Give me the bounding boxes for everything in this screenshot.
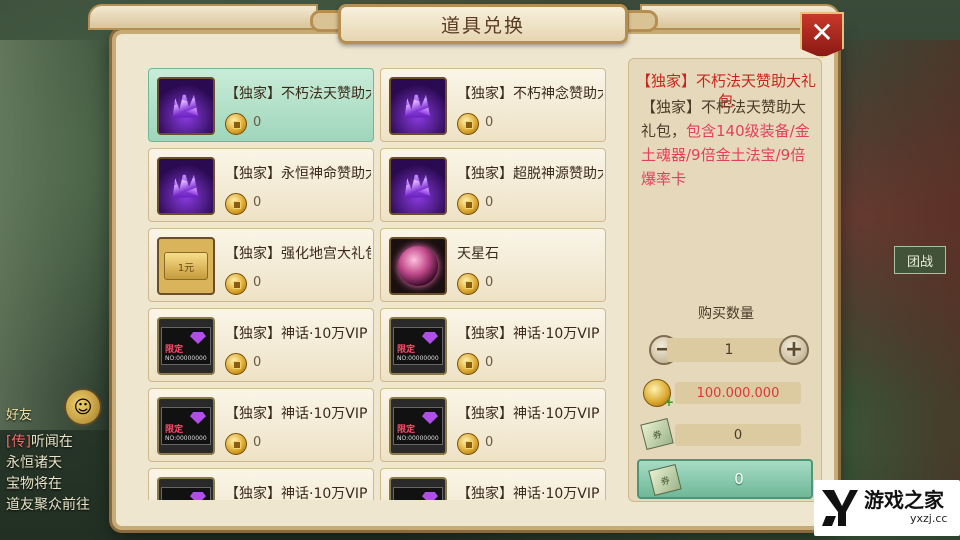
item-card[interactable]: 1元 【独家】强化地宫大礼包 0 <box>148 228 374 302</box>
chat-line: 道友聚众前往 <box>6 497 90 513</box>
item-price: 0 <box>253 355 262 370</box>
site-logo: 游戏之家 yxzj.cc <box>814 480 960 536</box>
vip-card-icon: 限定NO:00000000 <box>157 397 215 455</box>
item-price: 0 <box>485 275 494 290</box>
emoji-icon: ☺ <box>73 396 93 418</box>
coin-icon <box>457 113 479 135</box>
gold-card-icon: 1元 <box>157 237 215 295</box>
crystal-pack-icon <box>157 77 215 135</box>
title-bar-left-wing <box>88 4 318 30</box>
item-name: 【独家】不朽神念赞助大礼包 <box>457 86 603 102</box>
coin-icon <box>457 193 479 215</box>
item-card[interactable]: 【独家】不朽神念赞助大礼包 0 <box>380 68 606 142</box>
item-price: 0 <box>485 355 494 370</box>
item-name: 【独家】不朽法天赞助大礼包 <box>225 86 371 102</box>
item-card[interactable]: 限定NO:00000000 【独家】神话·10万VIP 0 <box>148 388 374 462</box>
item-name: 【独家】超脱神源赞助大礼包 <box>457 166 603 182</box>
item-card[interactable]: 限定NO:00000000 【独家】神话·10万VIP 0 <box>380 388 606 462</box>
chat-panel[interactable]: [传]听闻在 永恒诸天 宝物将在 道友聚众前往 <box>0 432 110 532</box>
gold-cost-row: + 100.000.000 <box>643 379 813 409</box>
close-icon: ✕ <box>810 15 834 49</box>
ticket-balance-row: 券 0 <box>640 417 813 451</box>
star-stone-icon <box>389 237 447 295</box>
crystal-pack-icon <box>389 157 447 215</box>
item-card[interactable]: 限定NO:00000000 【独家】神话·10万VIP 0 <box>380 308 606 382</box>
item-name: 【独家】神话·10万VIP <box>457 326 600 342</box>
buy-button[interactable]: 券 0 <box>637 459 813 499</box>
item-card[interactable]: 限定NO:00000000【独家】神话·10万VIP0 <box>380 468 606 500</box>
detail-description: 【独家】不朽法天赞助大礼包，包含140级装备/金土魂器/9倍金土法宝/9倍爆率卡 <box>641 95 817 191</box>
ticket-icon: 券 <box>648 463 682 497</box>
item-name: 【独家】神话·10万VIP <box>457 486 600 500</box>
item-card[interactable]: 限定NO:00000000【独家】神话·10万VIP0 <box>148 468 374 500</box>
chat-line: 宝物将在 <box>6 476 62 492</box>
gold-coin-icon[interactable]: + <box>643 379 674 409</box>
gold-cost-value: 100.000.000 <box>675 382 801 404</box>
dialog-title: 道具兑换 <box>338 4 628 44</box>
item-name: 【独家】强化地宫大礼包 <box>225 246 371 262</box>
item-price: 0 <box>485 435 494 450</box>
item-name: 【独家】神话·10万VIP <box>457 406 600 422</box>
crystal-pack-icon <box>157 157 215 215</box>
item-price: 0 <box>485 115 494 130</box>
item-name: 天星石 <box>457 246 499 262</box>
right-hud-badge[interactable]: 团战 <box>894 246 946 274</box>
increase-quantity-button[interactable]: + <box>779 335 809 365</box>
item-price: 0 <box>485 195 494 210</box>
item-name: 【独家】神话·10万VIP <box>225 486 368 500</box>
coin-icon <box>457 273 479 295</box>
item-price: 0 <box>253 195 262 210</box>
item-price: 0 <box>253 435 262 450</box>
coin-icon <box>225 193 247 215</box>
quantity-label: 购买数量 <box>698 306 754 322</box>
item-card[interactable]: 【独家】不朽法天赞助大礼包 0 <box>148 68 374 142</box>
item-card[interactable]: 天星石 0 <box>380 228 606 302</box>
coin-icon <box>225 113 247 135</box>
vip-card-icon: 限定NO:00000000 <box>389 397 447 455</box>
vip-card-icon: 限定NO:00000000 <box>389 317 447 375</box>
coin-icon <box>457 353 479 375</box>
vip-card-icon: 限定NO:00000000 <box>157 477 215 500</box>
chat-line: [传]听闻在 <box>6 434 73 450</box>
title-ornament-right <box>626 10 658 32</box>
logo-text: 游戏之家 <box>864 488 944 512</box>
friend-button[interactable]: ☺ <box>64 388 102 426</box>
item-name: 【独家】永恒神命赞助大礼包 <box>225 166 371 182</box>
plus-icon: + <box>784 337 804 362</box>
close-button[interactable]: ✕ <box>800 12 844 58</box>
item-card[interactable]: 限定NO:00000000 【独家】神话·10万VIP 0 <box>148 308 374 382</box>
item-card[interactable]: 【独家】永恒神命赞助大礼包 0 <box>148 148 374 222</box>
ticket-icon: 券 <box>640 417 674 451</box>
logo-mark-icon <box>822 490 858 526</box>
chat-line: 永恒诸天 <box>6 455 62 471</box>
item-list[interactable]: 【独家】不朽法天赞助大礼包0【独家】不朽神念赞助大礼包0【独家】永恒神命赞助大礼… <box>144 62 612 500</box>
quantity-input[interactable]: 1 <box>667 338 791 362</box>
coin-icon <box>225 433 247 455</box>
ticket-balance-value: 0 <box>675 424 801 446</box>
add-gold-icon: + <box>663 395 674 409</box>
coin-icon <box>225 273 247 295</box>
vip-card-icon: 限定NO:00000000 <box>157 317 215 375</box>
background-scene-left <box>0 40 115 430</box>
item-detail-panel: 【独家】不朽法天赞助大礼包 【独家】不朽法天赞助大礼包，包含140级装备/金土魂… <box>628 58 822 502</box>
item-name: 【独家】神话·10万VIP <box>225 406 368 422</box>
crystal-pack-icon <box>389 77 447 135</box>
item-card[interactable]: 【独家】超脱神源赞助大礼包 0 <box>380 148 606 222</box>
item-price: 0 <box>253 275 262 290</box>
coin-icon <box>457 433 479 455</box>
item-price: 0 <box>253 115 262 130</box>
friend-label: 好友 <box>6 408 33 423</box>
vip-card-icon: 限定NO:00000000 <box>389 477 447 500</box>
buy-button-price: 0 <box>734 470 744 488</box>
quantity-stepper: − 1 + <box>649 335 809 365</box>
item-name: 【独家】神话·10万VIP <box>225 326 368 342</box>
coin-icon <box>225 353 247 375</box>
logo-url: yxzj.cc <box>910 512 948 525</box>
